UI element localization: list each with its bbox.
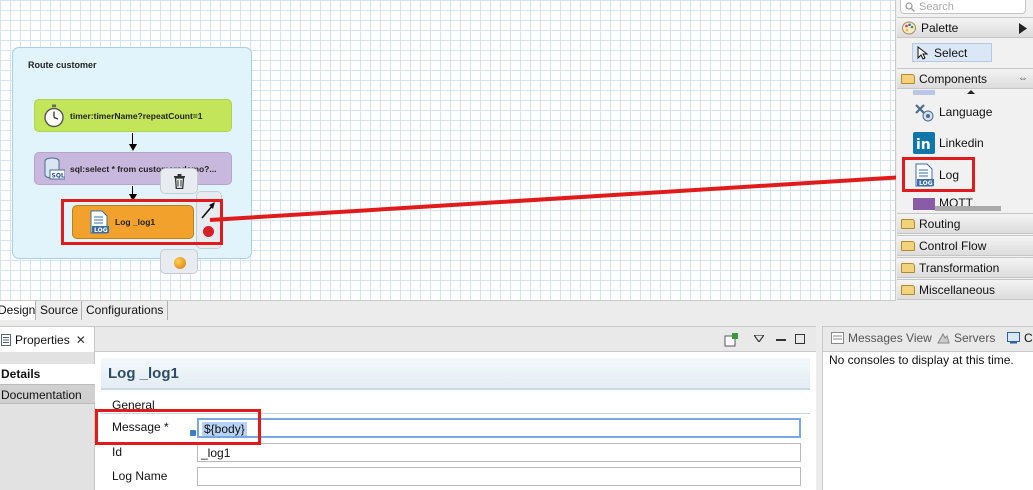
tab-messages-view[interactable]: Messages View [831, 331, 932, 345]
drawer-control-flow[interactable]: Control Flow [897, 235, 1033, 256]
drawer-components[interactable]: Components ⇔ [897, 68, 1033, 89]
id-field[interactable]: _log1 [197, 443, 801, 462]
maximize-icon[interactable] [795, 334, 805, 344]
search-icon [905, 1, 915, 12]
drawer-resize-icon[interactable]: ⇔ [1018, 73, 1028, 84]
log-name-field[interactable] [197, 467, 801, 486]
palette-title: Palette [921, 20, 959, 35]
folder-icon [901, 262, 915, 273]
folder-icon [901, 240, 915, 251]
tab-servers[interactable]: Servers [937, 331, 995, 345]
tab-design[interactable]: Design [0, 301, 36, 320]
language-icon [915, 104, 934, 122]
scroll-up-arrow[interactable] [967, 90, 975, 94]
palette-search-placeholder: Search [919, 0, 954, 13]
view-menu-icon[interactable] [754, 335, 764, 342]
drawer-miscellaneous[interactable]: Miscellaneous [897, 279, 1033, 300]
console-empty-text: No consoles to display at this time. [829, 353, 1014, 367]
tab-servers-label: Servers [954, 331, 996, 345]
linkedin-icon: in [913, 132, 935, 154]
design-canvas[interactable]: Route customer timer:timerName?repeatCou… [0, 0, 896, 300]
drawer-miscellaneous-label: Miscellaneous [919, 282, 996, 297]
console-view-header: Messages View Servers C [822, 326, 1033, 352]
messages-icon [831, 332, 844, 344]
palette-item-language-label: Language [939, 105, 993, 119]
side-tab-documentation[interactable]: Documentation [0, 384, 95, 404]
tab-messages-view-label: Messages View [848, 331, 932, 345]
mqtt-icon [913, 198, 935, 210]
drawer-routing[interactable]: Routing [897, 213, 1033, 234]
folder-open-icon [901, 73, 915, 84]
log-node-highlight [61, 199, 223, 245]
drawer-control-flow-label: Control Flow [919, 238, 987, 253]
editor-tab-bar: Design Source Configurations [0, 300, 896, 320]
close-icon[interactable]: ✕ [76, 333, 86, 347]
folder-icon [901, 284, 915, 295]
tab-properties[interactable]: Properties ✕ [0, 327, 95, 353]
minimize-icon[interactable] [776, 339, 786, 341]
scroll-up-strip[interactable] [913, 90, 999, 95]
message-field[interactable]: ${body} [197, 418, 801, 438]
tab-console[interactable]: C [1007, 331, 1033, 345]
palette-search-input[interactable]: Search [900, 0, 1026, 14]
pointer-icon [917, 45, 928, 60]
message-highlight [95, 409, 261, 445]
properties-side-tabs: Details Documentation [0, 352, 95, 490]
drawer-routing-label: Routing [919, 216, 961, 231]
annotation-drag-line [209, 175, 896, 222]
properties-icon [1, 334, 11, 346]
properties-body: Details Documentation Log _log1 General … [0, 352, 816, 490]
console-body: No consoles to display at this time. [822, 352, 1033, 490]
palette-icon [902, 21, 916, 34]
drawer-transformation[interactable]: Transformation [897, 257, 1033, 278]
select-tool-button[interactable]: Select [912, 43, 992, 62]
console-icon [1007, 332, 1020, 344]
properties-view-header: Properties ✕ [0, 326, 816, 353]
palette-log-highlight [902, 157, 975, 192]
pin-view-icon[interactable] [724, 333, 738, 347]
folder-icon [901, 218, 915, 229]
side-tab-details[interactable]: Details [0, 364, 95, 384]
palette-collapse-icon[interactable] [1019, 23, 1027, 34]
tab-properties-label: Properties [15, 333, 70, 347]
log-name-label: Log Name [112, 469, 168, 483]
palette-item-linkedin-label: Linkedin [939, 136, 984, 150]
connection-anchor[interactable] [203, 226, 214, 237]
id-label: Id [112, 445, 123, 459]
tab-source[interactable]: Source [36, 301, 82, 320]
select-tool-label: Select [934, 45, 968, 60]
drawer-components-label: Components [919, 71, 988, 86]
palette-panel: Search Palette Select Components ⇔ Langu… [897, 0, 1033, 300]
properties-title: Log _log1 [101, 358, 810, 390]
drawer-transformation-label: Transformation [919, 260, 1000, 275]
tab-console-label: C [1024, 331, 1033, 345]
scroll-down-strip[interactable] [935, 206, 1001, 211]
tab-configurations[interactable]: Configurations [82, 301, 168, 320]
servers-icon [937, 332, 950, 344]
palette-item-language[interactable]: Language [913, 101, 992, 123]
svg-text:in: in [916, 137, 931, 153]
palette-item-linkedin[interactable]: in Linkedin [913, 132, 984, 154]
palette-header[interactable]: Palette [897, 17, 1033, 38]
